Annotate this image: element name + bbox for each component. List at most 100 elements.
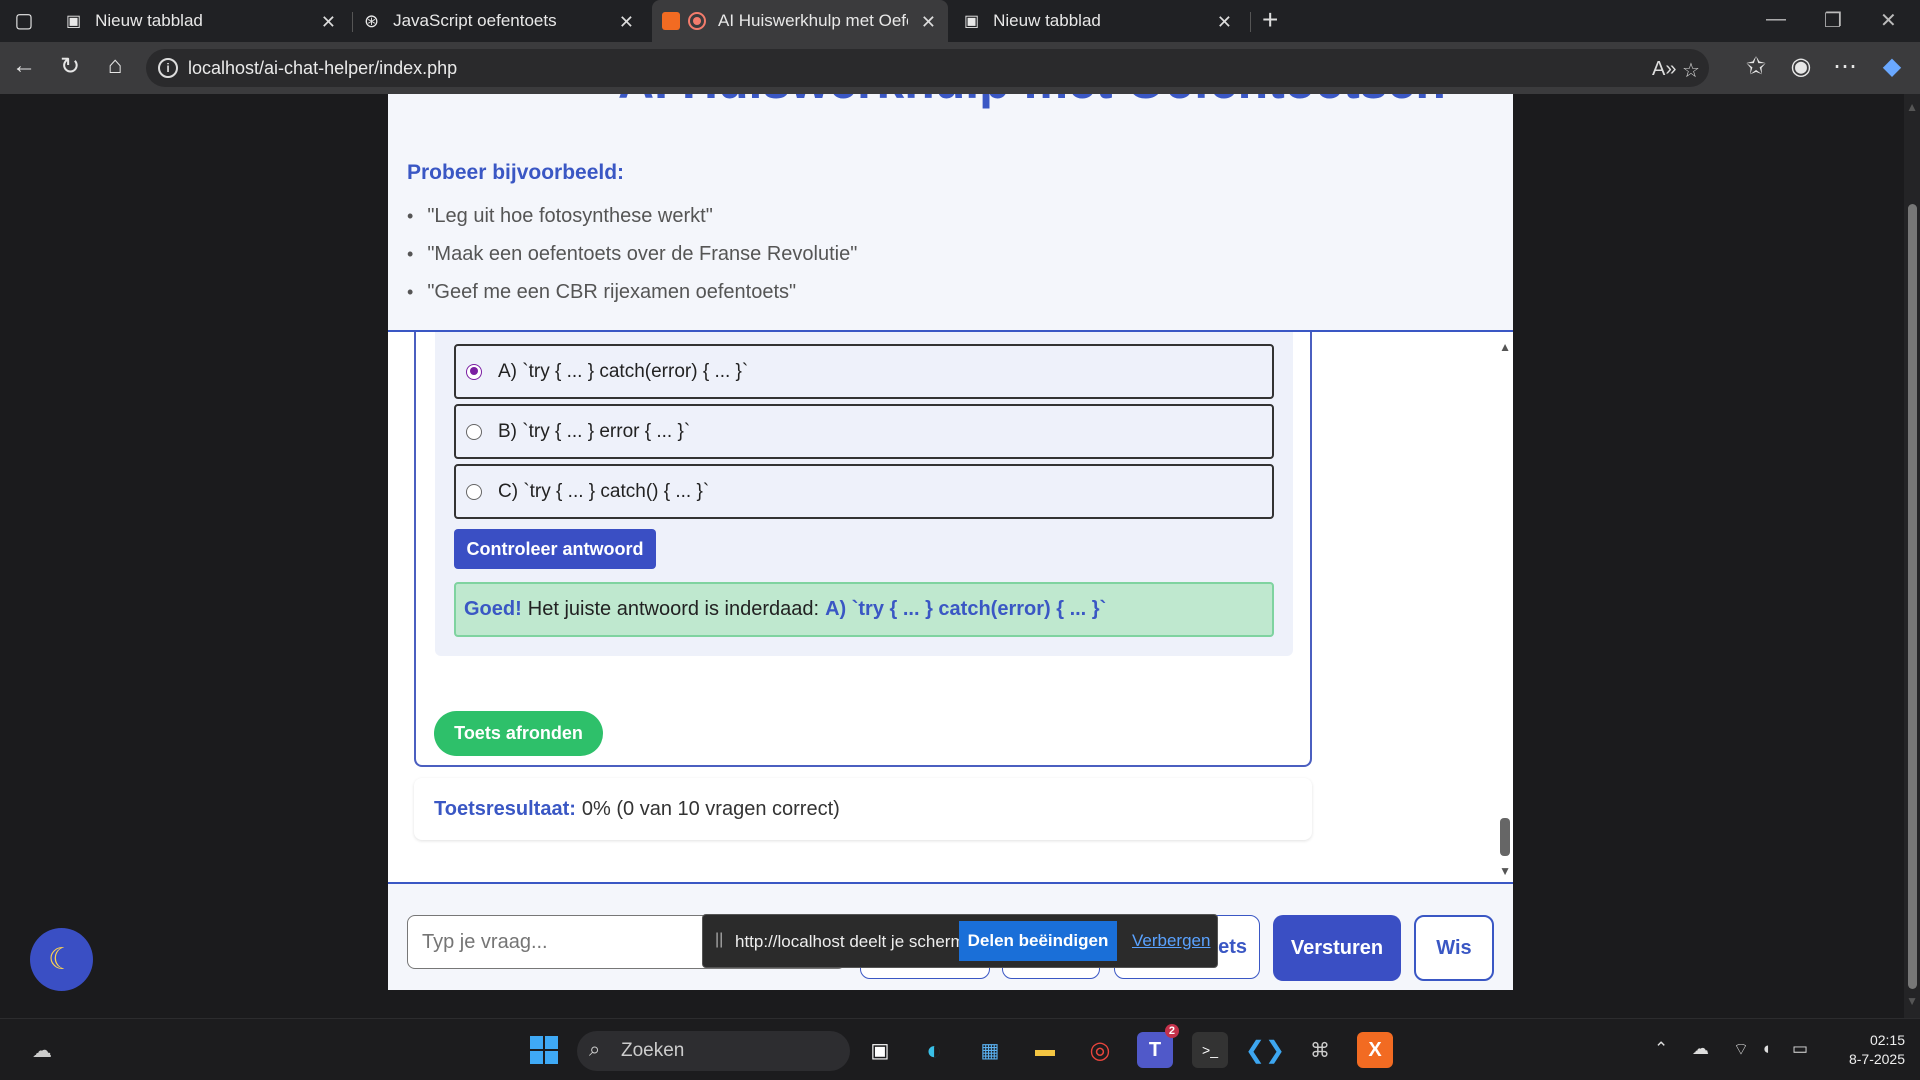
url-text[interactable]: localhost/ai-chat-helper/index.php — [188, 58, 457, 79]
teams-icon[interactable]: T 2 — [1137, 1024, 1179, 1068]
minimize-icon[interactable]: — — [1766, 8, 1786, 31]
option-label: C) `try { ... } catch() { ... }` — [498, 480, 710, 502]
terminal-icon[interactable]: >_ — [1192, 1032, 1228, 1068]
read-aloud-icon[interactable]: A» — [1652, 58, 1676, 81]
scroll-down-icon[interactable]: ▼ — [1499, 864, 1511, 878]
hide-share-bar-link[interactable]: Verbergen — [1132, 931, 1210, 951]
edge-icon[interactable]: ◐ — [916, 1032, 952, 1068]
close-tab-icon[interactable]: ✕ — [619, 12, 634, 33]
volume-icon[interactable]: ◖ — [1761, 1039, 1771, 1059]
radio-button[interactable] — [466, 483, 482, 500]
tab-title: Nieuw tabblad — [95, 11, 203, 30]
example-item: "Geef me een CBR rijexamen oefentoets" — [407, 273, 857, 311]
battery-icon[interactable]: ▭ — [1792, 1039, 1808, 1059]
page-scrollbar[interactable]: ▲ ▼ — [1904, 94, 1920, 1018]
option-label: B) `try { ... } error { ... }` — [498, 420, 691, 442]
examples-list: "Leg uit hoe fotosynthese werkt" "Maak e… — [407, 197, 857, 311]
chat-scroll-thumb[interactable] — [1500, 818, 1510, 856]
check-answer-button[interactable]: Controleer antwoord — [454, 529, 656, 569]
finish-quiz-button[interactable]: Toets afronden — [434, 711, 603, 756]
web-viewport: AI Huiswerkhulp met Oefentoetsen Probeer… — [0, 94, 1920, 1018]
answer-option-b[interactable]: B) `try { ... } error { ... }` — [454, 404, 1274, 459]
onedrive-icon[interactable]: ☁ — [1692, 1039, 1709, 1059]
stop-sharing-button[interactable]: Delen beëindigen — [959, 921, 1117, 961]
result-label: Toetsresultaat: — [434, 797, 576, 820]
example-item: "Maak een oefentoets over de Franse Revo… — [407, 235, 857, 273]
copilot-icon[interactable]: ◆ — [1876, 52, 1908, 81]
tab-1[interactable]: ▣ Nieuw tabblad ✕ — [58, 0, 348, 42]
result-value: 0% (0 van 10 vragen correct) — [581, 797, 840, 820]
tray-overflow-chevron-icon[interactable]: ⌃ — [1654, 1039, 1668, 1059]
tab-title: JavaScript oefentoets — [393, 11, 557, 30]
chrome-icon[interactable]: ◎ — [1082, 1032, 1118, 1068]
tab-separator — [352, 12, 353, 32]
dark-mode-toggle-moon-icon[interactable]: ☾ — [30, 928, 93, 991]
feedback-answer: A) `try { ... } catch(error) { ... }` — [825, 598, 1107, 620]
radio-button[interactable] — [466, 363, 482, 380]
tab-title: AI Huiswerkhulp met Oefent — [718, 11, 908, 30]
home-icon[interactable]: ⌂ — [99, 52, 131, 80]
newtab-icon: ▣ — [66, 13, 82, 30]
new-tab-icon[interactable]: + — [1262, 4, 1278, 36]
sidebar-toggle-icon[interactable]: ▢ — [8, 8, 40, 33]
close-tab-icon[interactable]: ✕ — [921, 12, 936, 33]
answer-option-a[interactable]: A) `try { ... } catch(error) { ... }` — [454, 344, 1274, 399]
tab-title: Nieuw tabblad — [993, 11, 1101, 30]
feedback-box: Goed! Het juiste antwoord is inderdaad: … — [454, 582, 1274, 637]
clock-time: 02:15 — [1869, 1032, 1905, 1048]
scroll-up-icon[interactable]: ▲ — [1499, 340, 1511, 354]
drag-handle-icon[interactable]: || — [715, 931, 723, 949]
address-bar-row: ← ↻ ⌂ i localhost/ai-chat-helper/index.p… — [0, 42, 1920, 94]
taskbar-search[interactable]: ⌕ Zoeken — [577, 1031, 850, 1071]
weather-icon[interactable]: ☁ — [24, 1032, 60, 1068]
reload-icon[interactable]: ↻ — [54, 52, 86, 81]
screen-share-bar: || http://localhost deelt je scherm. Del… — [702, 914, 1218, 968]
chat-scrollbar[interactable]: ▲ ▼ — [1497, 332, 1513, 882]
chatgpt-icon: ⊛ — [364, 10, 380, 31]
address-bar[interactable]: i localhost/ai-chat-helper/index.php A» … — [146, 49, 1709, 87]
page-scroll-up-icon[interactable]: ▲ — [1906, 100, 1918, 114]
page-scroll-thumb[interactable] — [1908, 204, 1917, 989]
vscode-icon[interactable]: ❮❯ — [1245, 1032, 1285, 1068]
site-info-icon[interactable]: i — [158, 58, 178, 78]
app-container: AI Huiswerkhulp met Oefentoetsen Probeer… — [388, 94, 1513, 990]
xampp-taskbar-icon[interactable]: X — [1357, 1032, 1393, 1068]
favorite-star-icon[interactable]: ☆ — [1682, 58, 1700, 83]
tab-3-active[interactable]: AI Huiswerkhulp met Oefent ✕ — [652, 0, 948, 42]
task-view-icon[interactable]: ▣ — [862, 1032, 898, 1068]
file-explorer-icon[interactable]: ▬ — [1027, 1032, 1063, 1068]
radio-button[interactable] — [466, 423, 482, 440]
close-window-icon[interactable]: ✕ — [1880, 8, 1897, 33]
page-title: AI Huiswerkhulp met Oefentoetsen — [618, 94, 1446, 110]
more-options-icon[interactable]: ⋯ — [1829, 52, 1861, 81]
start-windows-icon[interactable] — [526, 1032, 562, 1068]
tab-bar: ▢ ▣ Nieuw tabblad ✕ ⊛ JavaScript oefento… — [0, 0, 1920, 42]
answer-option-c[interactable]: C) `try { ... } catch() { ... }` — [454, 464, 1274, 519]
tab-4[interactable]: ▣ Nieuw tabblad ✕ — [954, 0, 1244, 42]
feedback-text: Het juiste antwoord is inderdaad: — [527, 598, 820, 620]
clear-button[interactable]: Wis — [1414, 915, 1494, 981]
profile-icon[interactable]: ◉ — [1785, 52, 1817, 81]
search-placeholder: Zoeken — [621, 1040, 685, 1061]
send-button[interactable]: Versturen — [1273, 915, 1401, 981]
favorites-icon[interactable]: ✩ — [1740, 52, 1772, 81]
tab-2[interactable]: ⊛ JavaScript oefentoets ✕ — [356, 0, 646, 42]
close-tab-icon[interactable]: ✕ — [321, 12, 336, 33]
question-card: A) `try { ... } catch(error) { ... }` B)… — [435, 332, 1293, 656]
button-label: ets — [1218, 935, 1247, 958]
close-tab-icon[interactable]: ✕ — [1217, 12, 1232, 33]
search-icon: ⌕ — [589, 1039, 601, 1061]
app-icon[interactable]: ⌘ — [1302, 1032, 1338, 1068]
chat-area[interactable]: A) `try { ... } catch(error) { ... }` B)… — [388, 330, 1513, 884]
xampp-icon — [662, 12, 680, 30]
page-scroll-down-icon[interactable]: ▼ — [1906, 994, 1918, 1008]
clock-date: 8-7-2025 — [1848, 1051, 1905, 1067]
store-icon[interactable]: ▦ — [972, 1032, 1008, 1068]
tab-separator — [1250, 12, 1251, 32]
wifi-icon[interactable]: ⌔ — [1733, 1039, 1749, 1060]
restore-icon[interactable]: ❐ — [1824, 8, 1842, 33]
back-icon[interactable]: ← — [8, 52, 40, 80]
example-item: "Leg uit hoe fotosynthese werkt" — [407, 197, 857, 235]
notification-badge: 2 — [1164, 1024, 1179, 1038]
clock[interactable]: 02:15 8-7-2025 — [1830, 1031, 1905, 1069]
